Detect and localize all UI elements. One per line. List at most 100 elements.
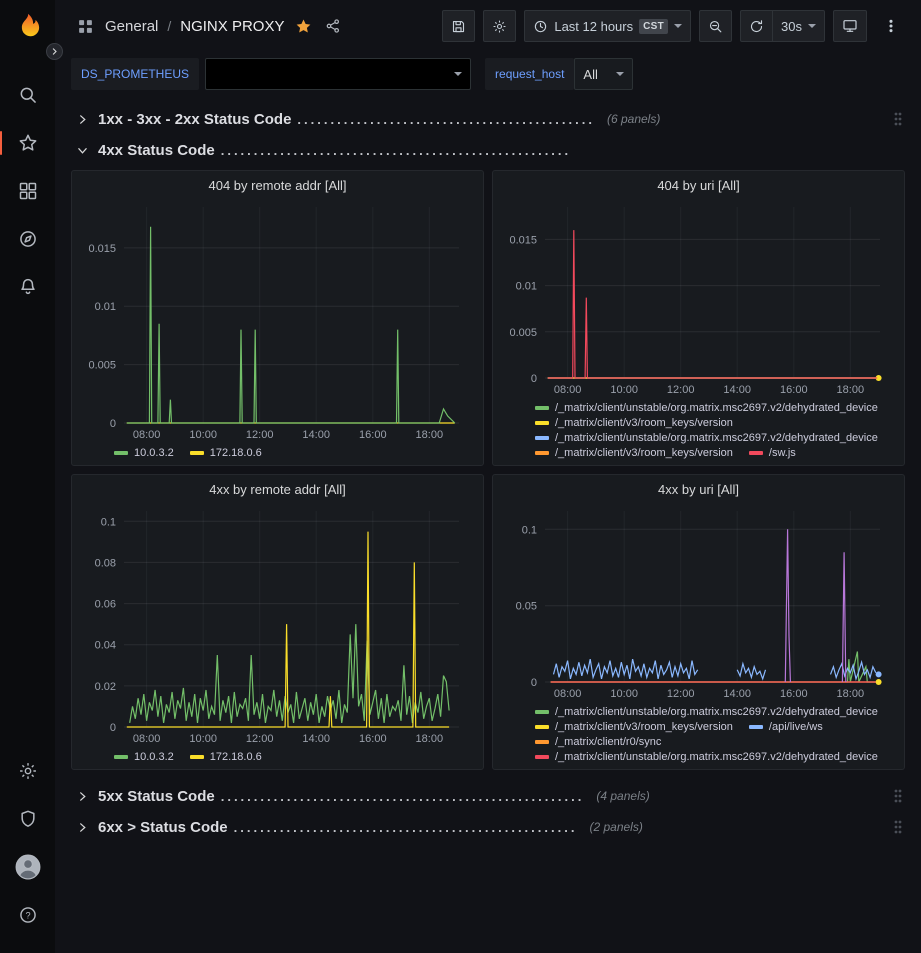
svg-text:08:00: 08:00 [554,688,582,700]
svg-text:0: 0 [110,418,116,430]
sidebar-item-dashboards[interactable] [0,167,55,215]
timeseries-chart[interactable]: 08:0010:0012:0014:0016:0018:0000.020.040… [80,501,475,747]
legend-item[interactable]: 172.18.0.6 [190,447,262,459]
svg-text:18:00: 18:00 [416,733,444,745]
sidebar-item-configuration-gear-icon[interactable] [0,747,55,795]
breadcrumb-section[interactable]: General [105,18,158,35]
legend-item[interactable]: /_matrix/client/v3/room_keys/version [535,417,733,429]
chevron-down-icon [674,24,682,28]
legend-item[interactable]: /_matrix/client/unstable/org.matrix.msc2… [535,432,878,444]
datasource-select[interactable] [205,58,471,90]
legend-item[interactable]: /_matrix/client/r0/sync [535,736,661,748]
clock-icon [533,19,548,34]
svg-text:18:00: 18:00 [416,429,444,441]
panel-title[interactable]: 404 by remote addr [All] [72,171,483,195]
legend-swatch [190,755,204,759]
row-dots: ........................................… [297,112,595,127]
svg-text:0.01: 0.01 [516,281,537,293]
svg-text:0: 0 [531,373,537,385]
variable-datasource: DS_PROMETHEUS [71,58,471,90]
row-6xx[interactable]: 6xx > Status Code ......................… [71,813,905,841]
toolbar: Last 12 hours CST 30s [442,10,907,42]
refresh-interval-picker[interactable]: 30s [773,10,825,42]
legend-item[interactable]: /_matrix/client/unstable/org.matrix.msc2… [535,706,878,718]
legend-swatch [114,451,128,455]
legend-item[interactable]: /api/live/ws [749,721,823,733]
row-title: 1xx - 3xx - 2xx Status Code [98,111,291,128]
row-drag-handle[interactable] [891,788,905,804]
svg-text:0: 0 [531,677,537,689]
legend-label: /_matrix/client/unstable/org.matrix.msc2… [555,432,878,444]
help-icon[interactable]: ? [0,891,55,939]
legend-item[interactable]: /sw.js [749,447,796,459]
legend-label: 172.18.0.6 [210,447,262,459]
legend-swatch [535,421,549,425]
dashboard-settings-gear-button[interactable] [483,10,516,42]
panel-title[interactable]: 404 by uri [All] [493,171,904,195]
variable-label: request_host [485,58,574,90]
legend-item[interactable]: /_matrix/client/unstable/org.matrix.msc2… [535,402,878,414]
dashboard-title[interactable]: NGINX PROXY [180,18,284,35]
dashboard-variables-bar: DS_PROMETHEUS request_host All [55,52,921,100]
kebab-menu-icon[interactable] [875,10,907,42]
panel-title[interactable]: 4xx by uri [All] [493,475,904,499]
zoom-out-button[interactable] [699,10,732,42]
legend-label: 172.18.0.6 [210,751,262,763]
request-host-select[interactable]: All [574,58,632,90]
row-5xx[interactable]: 5xx Status Code ........................… [71,782,905,810]
svg-text:0.08: 0.08 [95,557,116,569]
tv-mode-button[interactable] [833,10,867,42]
legend-label: /_matrix/client/v3/room_keys/version [555,447,733,459]
svg-text:12:00: 12:00 [667,384,695,396]
legend-swatch [535,740,549,744]
search-icon[interactable] [0,71,55,119]
timeseries-chart[interactable]: 08:0010:0012:0014:0016:0018:0000.0050.01… [501,197,896,398]
svg-text:0.005: 0.005 [509,327,537,339]
top-bar: General / NGINX PROXY [55,0,921,52]
panel-title[interactable]: 4xx by remote addr [All] [72,475,483,499]
legend-item[interactable]: 10.0.3.2 [114,751,174,763]
svg-text:12:00: 12:00 [246,429,274,441]
svg-text:08:00: 08:00 [133,733,161,745]
favorite-star-icon[interactable] [293,16,314,37]
legend-item[interactable]: /_matrix/client/v3/room_keys/version [535,447,733,459]
grafana-logo-icon[interactable] [13,12,43,45]
svg-text:08:00: 08:00 [133,429,161,441]
svg-text:18:00: 18:00 [837,688,865,700]
user-avatar[interactable] [0,843,55,891]
legend-item[interactable]: /_matrix/client/unstable/org.matrix.msc2… [535,751,878,763]
sidebar-item-admin-shield-icon[interactable] [0,795,55,843]
timeseries-chart[interactable]: 08:0010:0012:0014:0016:0018:0000.0050.01… [80,197,475,443]
legend-item[interactable]: 172.18.0.6 [190,751,262,763]
expand-nav-chevron-button[interactable] [46,43,63,60]
sidebar-item-explore-compass-icon[interactable] [0,215,55,263]
legend-item[interactable]: /_matrix/client/v3/room_keys/version [535,721,733,733]
chevron-down-icon [616,72,624,76]
share-icon[interactable] [323,16,343,36]
sidebar-item-starred[interactable] [0,119,55,167]
chart-legend: /_matrix/client/unstable/org.matrix.msc2… [501,702,896,763]
timezone-badge: CST [639,19,668,34]
refresh-group: 30s [740,10,825,42]
time-range-picker[interactable]: Last 12 hours CST [524,10,691,42]
refresh-button[interactable] [740,10,773,42]
row-drag-handle[interactable] [891,111,905,127]
row-dots: ........................................… [234,820,578,835]
svg-text:10:00: 10:00 [610,688,638,700]
svg-text:08:00: 08:00 [554,384,582,396]
row-title: 4xx Status Code [98,142,215,159]
save-dashboard-button[interactable] [442,10,475,42]
legend-swatch [190,451,204,455]
dashboard-body: 1xx - 3xx - 2xx Status Code ............… [55,100,921,953]
legend-label: /_matrix/client/r0/sync [555,736,661,748]
row-4xx[interactable]: 4xx Status Code ........................… [71,136,905,164]
legend-item[interactable]: 10.0.3.2 [114,447,174,459]
legend-swatch [535,710,549,714]
svg-text:16:00: 16:00 [359,733,387,745]
chevron-right-icon [77,114,91,125]
sidebar-item-alerting-bell-icon[interactable] [0,263,55,311]
row-drag-handle[interactable] [891,819,905,835]
svg-text:16:00: 16:00 [780,384,808,396]
row-1xx-3xx-2xx[interactable]: 1xx - 3xx - 2xx Status Code ............… [71,105,905,133]
timeseries-chart[interactable]: 08:0010:0012:0014:0016:0018:0000.050.1 [501,501,896,702]
